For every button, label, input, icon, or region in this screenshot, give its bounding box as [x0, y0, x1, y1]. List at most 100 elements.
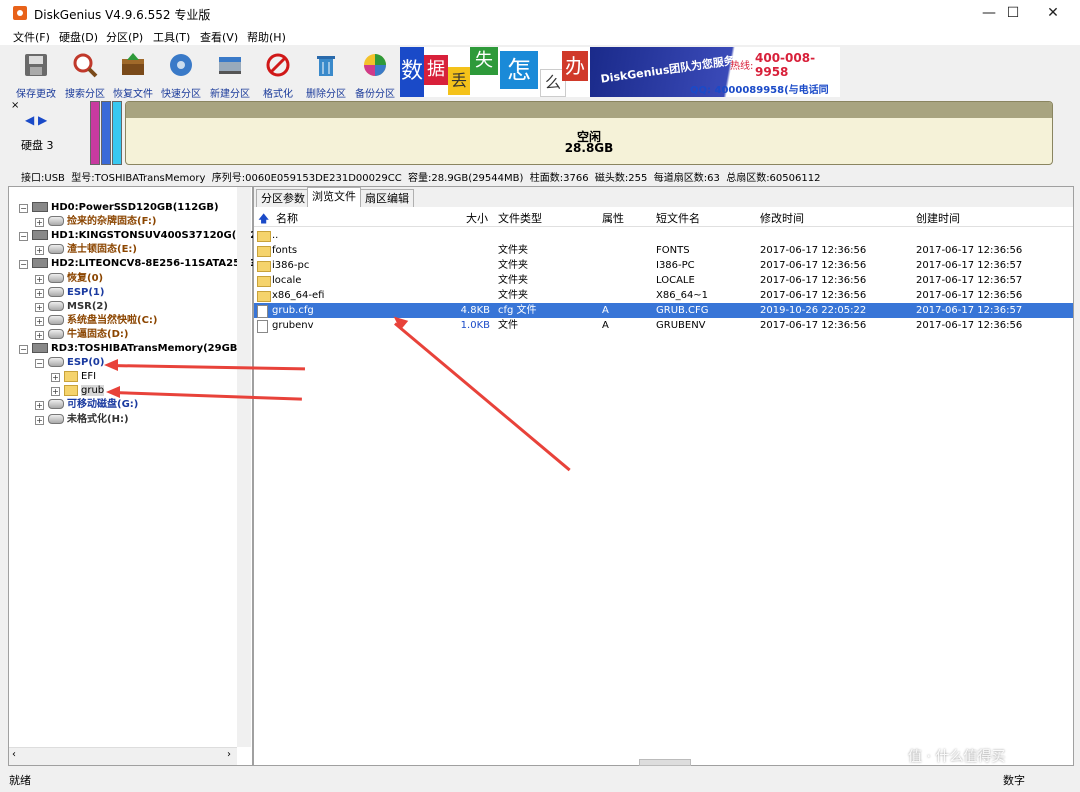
expand-toggle-icon[interactable]: +	[35, 246, 44, 256]
partition-block[interactable]	[112, 101, 122, 165]
file-cell-type: 文件夹	[498, 290, 528, 301]
tree-vertical-scrollbar[interactable]	[237, 187, 251, 747]
save-changes-button[interactable]: 保存更改	[13, 49, 59, 100]
recover-files-button[interactable]: 恢复文件	[110, 49, 156, 100]
file-row[interactable]: grubenv 1.0KB 文件 A GRUBENV 2017-06-17 12:36:5…	[254, 318, 1073, 333]
col-modified[interactable]: 修改时间	[760, 210, 804, 226]
menu-partition[interactable]: 分区(P)	[106, 29, 143, 45]
close-button[interactable]: ✕	[1030, 0, 1076, 27]
file-cell-mtime: 2017-06-17 12:36:56	[760, 290, 867, 301]
col-short-name[interactable]: 短文件名	[656, 210, 700, 226]
file-cell-type: 文件夹	[498, 260, 528, 271]
partition-block[interactable]	[90, 101, 100, 165]
file-cell-name: grubenv	[272, 320, 314, 331]
file-browser-panel: 分区参数 浏览文件 扇区编辑 🡅 名称 大小 文件类型 属性 短文件名 修改时间…	[253, 186, 1074, 766]
file-row[interactable]: i386-pc 文件夹 I386-PC 2017-06-17 12:36:56 2017…	[254, 258, 1073, 273]
file-icon	[257, 320, 268, 333]
prev-disk-icon[interactable]: ◀	[25, 113, 34, 127]
free-space-block[interactable]: 空闲 28.8GB	[125, 101, 1053, 165]
tree-partition-node[interactable]: + 捡来的杂牌固态(F:)	[35, 215, 156, 229]
expand-toggle-icon[interactable]: +	[35, 401, 44, 411]
col-created[interactable]: 创建时间	[916, 210, 960, 226]
col-attr[interactable]: 属性	[602, 210, 624, 226]
tree-partition-node[interactable]: − ESP(0)	[35, 356, 104, 370]
col-name[interactable]: 名称	[276, 210, 298, 226]
expand-toggle-icon[interactable]: +	[35, 316, 44, 326]
menu-help[interactable]: 帮助(H)	[247, 29, 286, 45]
file-row[interactable]: x86_64-efi 文件夹 X86_64~1 2017-06-17 12:36:56…	[254, 288, 1073, 303]
partition-icon	[48, 413, 64, 424]
quick-partition-button[interactable]: 快速分区	[158, 49, 204, 100]
expand-toggle-icon[interactable]: +	[51, 387, 60, 397]
disk-icon	[32, 230, 48, 241]
menu-tools[interactable]: 工具(T)	[153, 29, 190, 45]
tab-partition-params[interactable]: 分区参数	[256, 189, 310, 208]
tree-disk-node[interactable]: − HD2:LITEONCV8-8E256-11SATA256GB(	[19, 257, 267, 271]
tree-disk-node[interactable]: − RD3:TOSHIBATransMemory(29GB)	[19, 342, 242, 356]
search-icon	[73, 53, 98, 78]
tree-folder-node[interactable]: + grub	[51, 384, 105, 398]
folder-icon	[64, 370, 78, 382]
file-row[interactable]: fonts 文件夹 FONTS 2017-06-17 12:36:56 2017-06-…	[254, 243, 1073, 258]
expand-toggle-icon[interactable]: +	[35, 274, 44, 284]
expand-toggle-icon[interactable]: −	[19, 232, 28, 242]
tree-folder-node[interactable]: + EFI	[51, 370, 96, 384]
banner-char: 办	[562, 51, 588, 81]
expand-toggle-icon[interactable]: +	[35, 330, 44, 340]
expand-toggle-icon[interactable]: +	[35, 288, 44, 298]
tab-browse-files[interactable]: 浏览文件	[307, 187, 361, 209]
close-icon[interactable]: ×	[11, 100, 19, 111]
scroll-left-icon[interactable]: ‹	[12, 749, 16, 760]
delete-partition-button[interactable]: 删除分区	[303, 49, 349, 100]
col-type[interactable]: 文件类型	[498, 210, 542, 226]
tree-disk-node[interactable]: − HD0:PowerSSD120GB(112GB)	[19, 201, 219, 215]
tree-partition-node[interactable]: + 系统盘当然快啦(C:)	[35, 314, 157, 328]
file-row[interactable]: grub.cfg 4.8KB cfg 文件 A GRUB.CFG 2019-10-26 2…	[254, 303, 1073, 318]
file-cell-attr: A	[602, 320, 609, 331]
new-partition-button[interactable]: 新建分区	[207, 49, 253, 100]
backup-partition-button[interactable]: 备份分区	[352, 49, 398, 100]
expand-toggle-icon[interactable]: −	[19, 204, 28, 213]
splitter-handle[interactable]	[639, 759, 691, 766]
banner-char: 怎	[500, 51, 538, 89]
file-cell-mtime: 2019-10-26 22:05:22	[760, 305, 867, 316]
folder-icon	[257, 231, 271, 242]
file-row[interactable]: ..	[254, 228, 1073, 243]
tab-sector-editor[interactable]: 扇区编辑	[360, 189, 414, 208]
tree-partition-node[interactable]: + 渣士顿固态(E:)	[35, 243, 137, 257]
tree-partition-node[interactable]: + 可移动磁盘(G:)	[35, 398, 138, 412]
col-size[interactable]: 大小	[466, 210, 488, 226]
window-title: DiskGenius V4.9.6.552 专业版	[34, 8, 211, 22]
up-folder-icon[interactable]: 🡅	[258, 210, 269, 229]
expand-toggle-icon[interactable]: +	[35, 415, 44, 425]
file-list-header: 🡅 名称 大小 文件类型 属性 短文件名 修改时间 创建时间	[254, 207, 1073, 227]
partition-icon	[48, 272, 64, 283]
next-disk-icon[interactable]: ▶	[38, 113, 47, 127]
tree-partition-node[interactable]: + MSR(2)	[35, 300, 108, 314]
expand-toggle-icon[interactable]: +	[35, 218, 44, 228]
format-button[interactable]: 格式化	[255, 49, 301, 100]
partition-block[interactable]	[101, 101, 111, 165]
tree-horizontal-scrollbar[interactable]: ‹ ›	[9, 747, 237, 765]
ad-banner[interactable]: 数 据 丢 失 怎 么 办 DiskGenius团队为您服务! 热线: 400-…	[400, 47, 840, 97]
file-row[interactable]: locale 文件夹 LOCALE 2017-06-17 12:36:56 2017-0…	[254, 273, 1073, 288]
expand-toggle-icon[interactable]: +	[51, 373, 60, 383]
tree-partition-node[interactable]: + 牛逼固态(D:)	[35, 328, 128, 342]
file-icon	[257, 305, 268, 318]
backup-icon	[364, 54, 386, 76]
expand-toggle-icon[interactable]: −	[19, 345, 28, 354]
expand-toggle-icon[interactable]: −	[35, 359, 44, 369]
menu-disk[interactable]: 硬盘(D)	[59, 29, 98, 45]
file-cell-short: FONTS	[656, 245, 690, 256]
tree-partition-node[interactable]: + 未格式化(H:)	[35, 413, 129, 427]
scroll-right-icon[interactable]: ›	[227, 749, 231, 760]
menu-view[interactable]: 查看(V)	[200, 29, 238, 45]
expand-toggle-icon[interactable]: +	[35, 302, 44, 312]
file-cell-name: grub.cfg	[272, 305, 314, 316]
search-partition-button[interactable]: 搜索分区	[62, 49, 108, 100]
tree-node-label: 牛逼固态(D:)	[67, 328, 129, 340]
menu-file[interactable]: 文件(F)	[13, 29, 50, 45]
tree-partition-node[interactable]: + ESP(1)	[35, 286, 104, 300]
tree-partition-node[interactable]: + 恢复(0)	[35, 272, 103, 286]
expand-toggle-icon[interactable]: −	[19, 260, 28, 270]
